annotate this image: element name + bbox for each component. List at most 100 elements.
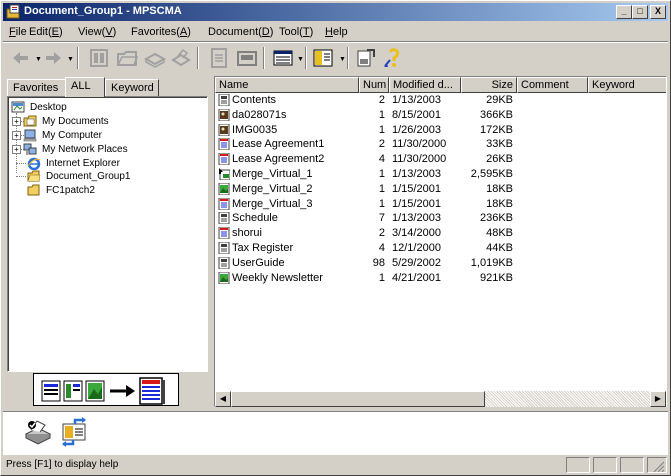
folder-button[interactable] [115, 46, 139, 70]
help-button[interactable] [381, 46, 405, 70]
column-view-button[interactable] [311, 46, 335, 70]
menu-edit[interactable]: Edit(E) [29, 26, 63, 38]
horizontal-scrollbar[interactable]: ◀ ▶ [215, 391, 666, 407]
list-view-dropdown-arrow[interactable]: ▼ [297, 56, 304, 63]
fax-icon [237, 51, 257, 66]
list-view-button[interactable] [271, 46, 295, 70]
file-name-cell: da028071s [232, 108, 287, 121]
menu-favorites[interactable]: Favorites(A) [131, 26, 191, 38]
expand-my-computer-button[interactable]: + [12, 131, 21, 140]
table-row[interactable]: Merge_Virtual_3 1 1/15/2001 18KB [215, 197, 666, 212]
file-num-cell: 4 [378, 153, 385, 166]
scroll-right-button[interactable]: ▶ [650, 391, 666, 407]
table-row[interactable]: UserGuide 98 5/29/2002 1,019KB [215, 256, 666, 271]
title-bar[interactable]: Document_Group1 - MPSCMA _ □ X [3, 3, 668, 21]
minimize-button[interactable]: _ [616, 5, 632, 19]
tab-keyword[interactable]: Keyword [105, 79, 159, 97]
document-view-button[interactable] [207, 46, 231, 70]
tree-item-document-group1[interactable]: Document_Group1 [27, 170, 207, 184]
file-name-cell: UserGuide [232, 256, 285, 269]
scan-button[interactable] [143, 46, 167, 70]
thumbnail-icon [90, 49, 108, 67]
tree-item-desktop[interactable]: Desktop [11, 101, 191, 115]
close-button[interactable]: X [650, 5, 666, 19]
tree-item-my-network-places[interactable]: My Network Places [23, 143, 203, 157]
menu-tool[interactable]: Tool(T) [279, 26, 313, 38]
table-row[interactable]: da028071s 1 8/15/2001 366KB [215, 108, 666, 123]
expand-my-documents-button[interactable]: + [12, 117, 21, 126]
column-header-size[interactable]: Size [461, 77, 517, 93]
table-row[interactable]: Tax Register 4 12/1/2000 44KB [215, 241, 666, 256]
left-pane-tabs: Favorites ALL Keyword [7, 77, 207, 97]
file-name-cell: Merge_Virtual_2 [232, 182, 313, 195]
table-row[interactable]: shorui 2 3/14/2000 48KB [215, 226, 666, 241]
scroll-track[interactable] [485, 391, 650, 407]
tab-all[interactable]: ALL [65, 77, 105, 97]
maximize-button[interactable]: □ [632, 5, 648, 19]
file-size-cell: 33KB [486, 138, 513, 151]
tree-item-fc1patch2[interactable]: FC1patch2 [27, 184, 207, 198]
column-header-modified[interactable]: Modified d... [389, 77, 461, 93]
table-row[interactable]: Contents 2 1/13/2003 29KB [215, 93, 666, 108]
folder-icon [117, 51, 139, 66]
table-row[interactable]: Merge_Virtual_1 1 1/13/2003 2,595KB [215, 167, 666, 182]
fax-button[interactable] [235, 46, 259, 70]
share-button[interactable] [353, 46, 377, 70]
file-modified-cell: 1/15/2001 [392, 182, 441, 195]
scroll-thumb[interactable] [231, 391, 485, 407]
toolbar: ▼ ▼ ▼ ▼ [3, 44, 668, 72]
scroll-left-button[interactable]: ◀ [215, 391, 231, 407]
table-row[interactable]: Lease Agreement2 4 11/30/2000 26KB [215, 152, 666, 167]
column-header-comment[interactable]: Comment [517, 77, 588, 93]
virtual-document-icon [219, 168, 230, 180]
column-view-icon [313, 49, 333, 67]
tab-favorites[interactable]: Favorites [7, 79, 67, 97]
network-icon [23, 143, 37, 155]
file-size-cell: 2,595KB [470, 168, 513, 180]
form-document-icon [218, 153, 230, 166]
form-document-icon [218, 138, 230, 151]
forward-dropdown-arrow[interactable]: ▼ [67, 56, 74, 63]
back-dropdown-arrow[interactable]: ▼ [35, 56, 42, 63]
forward-button[interactable] [41, 46, 65, 70]
column-view-dropdown-arrow[interactable]: ▼ [339, 56, 346, 63]
tree-item-label: My Documents [42, 116, 109, 127]
table-row[interactable]: Lease Agreement1 2 11/30/2000 33KB [215, 137, 666, 152]
picture-document-icon [218, 182, 230, 195]
menu-view[interactable]: View(V) [78, 26, 116, 38]
tree-item-label: FC1patch2 [46, 185, 95, 196]
thumbnail-button[interactable] [87, 46, 111, 70]
file-num-cell: 1 [378, 271, 385, 284]
scanner-icon [24, 420, 52, 445]
column-header-keyword[interactable]: Keyword [588, 77, 666, 93]
menu-file[interactable]: File [9, 26, 27, 38]
print-button[interactable] [169, 46, 193, 70]
convert-to-document-button[interactable] [33, 373, 179, 406]
tree-item-label: Document_Group1 [46, 171, 131, 182]
scanner-action-button[interactable] [23, 416, 53, 448]
file-modified-cell: 11/30/2000 [392, 153, 447, 166]
tree-item-my-computer[interactable]: My Computer [23, 129, 203, 143]
table-row[interactable]: IMG0035 1 1/26/2003 172KB [215, 123, 666, 138]
window-title: Document_Group1 - MPSCMA [24, 5, 182, 17]
transfer-action-button[interactable] [59, 416, 89, 448]
expand-my-network-places-button[interactable]: + [12, 145, 21, 154]
file-modified-cell: 8/15/2001 [392, 108, 441, 121]
tree-item-internet-explorer[interactable]: Internet Explorer [27, 157, 207, 171]
tree-item-my-documents[interactable]: My Documents [23, 115, 203, 129]
document-view-icon [211, 48, 227, 68]
file-size-cell: 18KB [486, 197, 513, 210]
menu-separator [3, 41, 668, 43]
table-row[interactable]: Weekly Newsletter 1 4/21/2001 921KB [215, 271, 666, 286]
status-cell [566, 457, 590, 473]
size-grip[interactable] [647, 457, 667, 473]
status-cell [620, 457, 644, 473]
column-header-num[interactable]: Num [359, 77, 389, 93]
menu-document[interactable]: Document(D) [208, 26, 273, 38]
back-button[interactable] [9, 46, 33, 70]
menu-help[interactable]: Help [325, 26, 348, 38]
table-row[interactable]: Schedule 7 1/13/2003 236KB [215, 211, 666, 226]
table-row[interactable]: Merge_Virtual_2 1 1/15/2001 18KB [215, 182, 666, 197]
column-header-name[interactable]: Name [215, 77, 359, 93]
file-name-cell: Merge_Virtual_3 [232, 197, 313, 210]
